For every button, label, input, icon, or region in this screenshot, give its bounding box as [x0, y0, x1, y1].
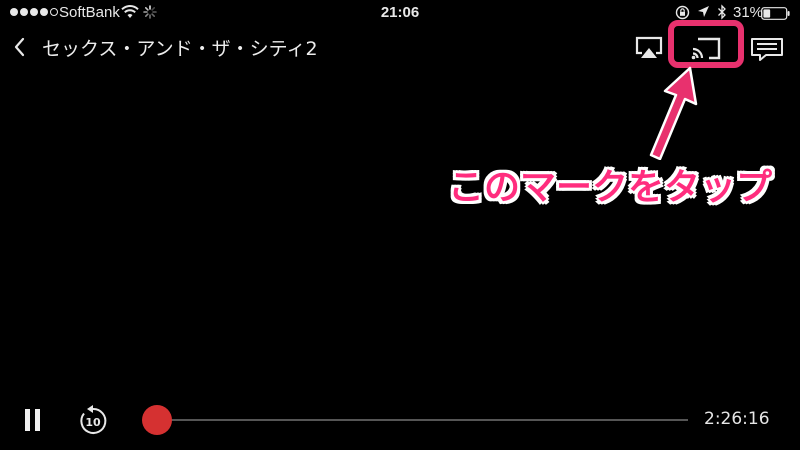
bluetooth-icon — [718, 4, 726, 20]
signal-dot — [20, 8, 28, 16]
airplay-icon — [635, 36, 663, 58]
signal-strength-icon — [10, 8, 58, 16]
cast-highlight-box — [668, 20, 744, 68]
pause-button[interactable] — [20, 405, 46, 435]
signal-dot — [30, 8, 38, 16]
carrier-name: SoftBank — [59, 4, 120, 21]
time-remaining: 2:26:16 — [704, 409, 770, 429]
seek-bar[interactable] — [142, 405, 688, 435]
battery-icon — [761, 7, 790, 20]
location-icon — [698, 6, 709, 17]
rewind-10-button[interactable]: 10 — [76, 404, 110, 438]
airplay-button[interactable] — [634, 34, 664, 62]
chevron-left-icon — [14, 37, 25, 57]
battery-percentage: 31% — [733, 4, 764, 21]
pointer-arrow-icon — [649, 66, 698, 160]
video-title: セックス・アンド・ザ・シティ2 — [42, 38, 318, 60]
signal-dot — [40, 8, 48, 16]
status-time: 21:06 — [380, 4, 420, 21]
subtitles-button[interactable] — [750, 33, 784, 63]
activity-spinner-icon — [143, 5, 157, 19]
seek-thumb[interactable] — [142, 405, 173, 435]
back-button[interactable] — [8, 33, 34, 61]
pause-icon — [25, 409, 40, 431]
rewind-10-icon: 10 — [80, 405, 107, 434]
signal-dot — [10, 8, 18, 16]
subtitles-icon — [751, 38, 783, 61]
wifi-icon — [121, 5, 139, 18]
signal-dot — [50, 8, 58, 16]
rewind-seconds-label: 10 — [85, 416, 101, 429]
orientation-lock-icon — [675, 5, 690, 20]
callout-label: このマークをタップ — [447, 167, 772, 208]
